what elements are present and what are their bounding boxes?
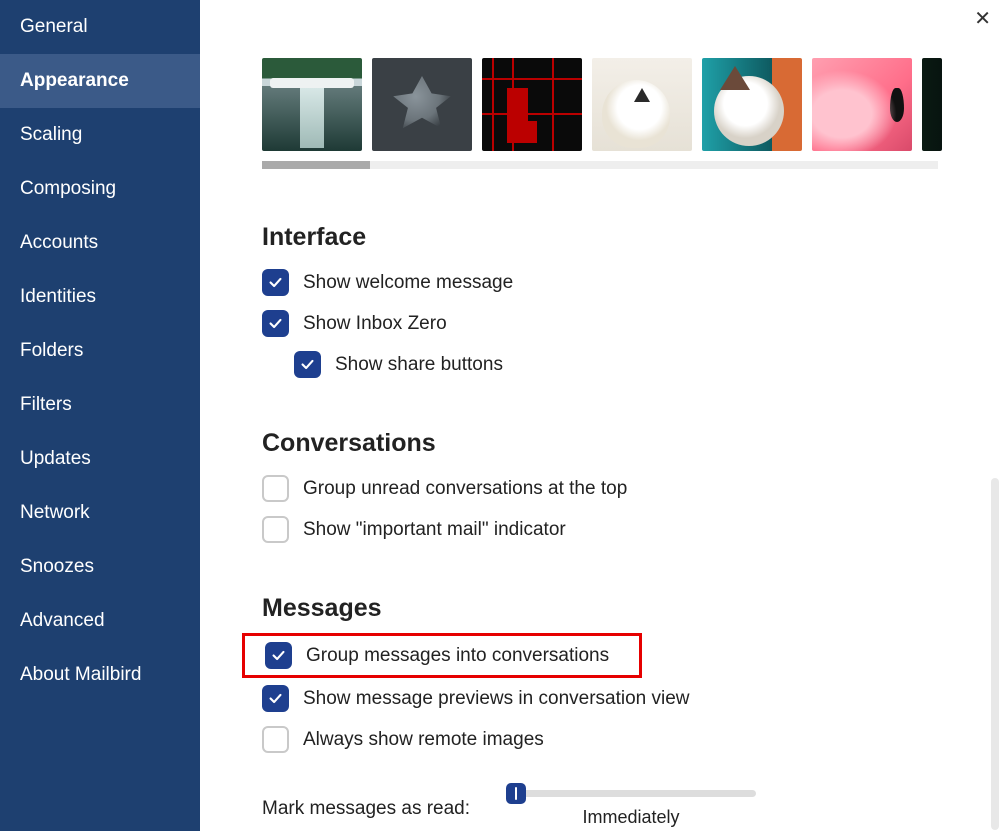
sidebar-item-general[interactable]: General	[0, 0, 200, 54]
check-icon	[267, 274, 284, 291]
option-show-previews[interactable]: Show message previews in conversation vi…	[262, 678, 1001, 719]
highlighted-option: Group messages into conversations	[242, 633, 642, 678]
option-label: Group unread conversations at the top	[303, 478, 627, 500]
sidebar-item-accounts[interactable]: Accounts	[0, 216, 200, 270]
checkbox-group-into-conversations[interactable]	[265, 642, 292, 669]
section-title-messages: Messages	[262, 594, 1001, 623]
sidebar-item-appearance[interactable]: Appearance	[0, 54, 200, 108]
checkbox-show-inbox-zero[interactable]	[262, 310, 289, 337]
option-label: Show Inbox Zero	[303, 313, 447, 335]
theme-thumbnail-kitten[interactable]	[592, 58, 692, 151]
sidebar-item-scaling[interactable]: Scaling	[0, 108, 200, 162]
theme-thumbnail-waterfall[interactable]	[262, 58, 362, 151]
option-group-unread[interactable]: Group unread conversations at the top	[262, 468, 1001, 509]
section-title-conversations: Conversations	[262, 429, 1001, 458]
checkbox-show-share-buttons[interactable]	[294, 351, 321, 378]
sidebar-item-snoozes[interactable]: Snoozes	[0, 540, 200, 594]
sidebar-item-updates[interactable]: Updates	[0, 432, 200, 486]
sidebar-item-network[interactable]: Network	[0, 486, 200, 540]
sidebar-item-folders[interactable]: Folders	[0, 324, 200, 378]
theme-thumbnail-flamingo[interactable]	[812, 58, 912, 151]
content-scrollbar[interactable]	[991, 478, 999, 830]
option-show-share-buttons[interactable]: Show share buttons	[262, 344, 1001, 385]
sidebar-item-filters[interactable]: Filters	[0, 378, 200, 432]
settings-content: Interface Show welcome message Show Inbo…	[200, 0, 1001, 831]
checkbox-show-welcome[interactable]	[262, 269, 289, 296]
option-label: Show share buttons	[335, 354, 503, 376]
sidebar-item-identities[interactable]: Identities	[0, 270, 200, 324]
option-label: Show "important mail" indicator	[303, 519, 566, 541]
sidebar-item-composing[interactable]: Composing	[0, 162, 200, 216]
option-show-important[interactable]: Show "important mail" indicator	[262, 509, 1001, 550]
check-icon	[299, 356, 316, 373]
check-icon	[267, 315, 284, 332]
option-show-welcome[interactable]: Show welcome message	[262, 262, 1001, 303]
theme-thumbnails	[262, 58, 1001, 151]
settings-sidebar: General Appearance Scaling Composing Acc…	[0, 0, 200, 831]
theme-scrollbar-handle[interactable]	[262, 161, 370, 169]
option-group-into-conversations[interactable]: Group messages into conversations	[251, 642, 633, 669]
checkbox-show-important[interactable]	[262, 516, 289, 543]
checkbox-group-unread[interactable]	[262, 475, 289, 502]
theme-thumbnail-more[interactable]	[922, 58, 942, 151]
checkbox-always-remote[interactable]	[262, 726, 289, 753]
mark-as-read-value: Immediately	[506, 807, 756, 828]
option-label: Show welcome message	[303, 272, 513, 294]
theme-thumbnail-circuit[interactable]	[482, 58, 582, 151]
theme-thumbnail-cat[interactable]	[702, 58, 802, 151]
mark-as-read-slider-thumb[interactable]	[506, 783, 526, 804]
option-show-inbox-zero[interactable]: Show Inbox Zero	[262, 303, 1001, 344]
mark-as-read-row: Mark messages as read: Immediately	[262, 790, 1001, 828]
check-icon	[267, 690, 284, 707]
option-label: Group messages into conversations	[306, 645, 609, 667]
mark-as-read-slider-wrap: Immediately	[506, 790, 756, 828]
theme-scrollbar[interactable]	[262, 161, 938, 169]
mark-as-read-label: Mark messages as read:	[262, 798, 470, 820]
theme-thumbnail-direwolf[interactable]	[372, 58, 472, 151]
option-label: Show message previews in conversation vi…	[303, 688, 690, 710]
option-always-remote[interactable]: Always show remote images	[262, 719, 1001, 760]
option-label: Always show remote images	[303, 729, 544, 751]
mark-as-read-slider[interactable]	[506, 790, 756, 797]
checkbox-show-previews[interactable]	[262, 685, 289, 712]
check-icon	[270, 647, 287, 664]
sidebar-item-advanced[interactable]: Advanced	[0, 594, 200, 648]
sidebar-item-about[interactable]: About Mailbird	[0, 648, 200, 702]
section-title-interface: Interface	[262, 223, 1001, 252]
